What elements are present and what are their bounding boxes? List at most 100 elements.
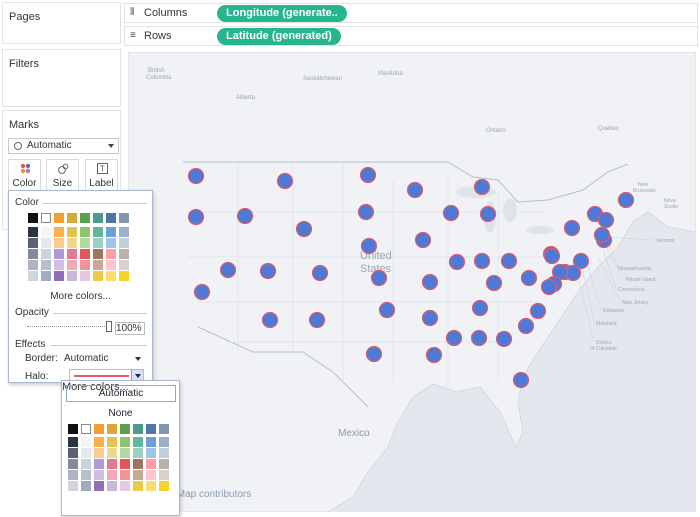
color-swatch[interactable]: [54, 238, 64, 248]
color-swatch[interactable]: [28, 213, 38, 223]
map-mark-point[interactable]: [236, 207, 254, 225]
color-swatch[interactable]: [28, 238, 38, 248]
map-mark-point[interactable]: [442, 204, 460, 222]
color-swatch[interactable]: [94, 481, 104, 491]
color-swatch[interactable]: [41, 271, 51, 281]
map-mark-point[interactable]: [378, 301, 396, 319]
map-mark-point[interactable]: [187, 208, 205, 226]
color-swatch[interactable]: [106, 271, 116, 281]
opacity-value-input[interactable]: 100%: [115, 322, 145, 335]
map-mark-point[interactable]: [563, 219, 581, 237]
color-swatch[interactable]: [68, 424, 78, 434]
map-mark-point[interactable]: [261, 311, 279, 329]
map-mark-point[interactable]: [360, 237, 378, 255]
map-mark-point[interactable]: [193, 283, 211, 301]
color-swatch[interactable]: [93, 271, 103, 281]
color-swatch[interactable]: [107, 437, 117, 447]
color-swatch[interactable]: [41, 227, 51, 237]
map-mark-point[interactable]: [512, 371, 530, 389]
color-swatch[interactable]: [107, 448, 117, 458]
color-swatch[interactable]: [159, 481, 169, 491]
color-swatch[interactable]: [93, 238, 103, 248]
color-swatch[interactable]: [67, 238, 77, 248]
map-mark-point[interactable]: [473, 178, 491, 196]
map-mark-point[interactable]: [308, 311, 326, 329]
color-swatch[interactable]: [41, 213, 51, 223]
color-swatch[interactable]: [54, 213, 64, 223]
size-button[interactable]: Size: [46, 159, 79, 193]
color-swatch[interactable]: [133, 437, 143, 447]
color-swatch[interactable]: [67, 271, 77, 281]
color-swatch[interactable]: [93, 249, 103, 259]
color-swatch[interactable]: [146, 470, 156, 480]
color-swatch[interactable]: [94, 470, 104, 480]
color-swatch[interactable]: [80, 271, 90, 281]
color-swatch[interactable]: [94, 448, 104, 458]
map-attribution[interactable]: tMap contributors: [174, 489, 251, 500]
color-swatch[interactable]: [120, 437, 130, 447]
map-mark-point[interactable]: [471, 299, 489, 317]
color-swatch[interactable]: [146, 424, 156, 434]
label-button[interactable]: T Label: [85, 159, 118, 193]
map-mark-point[interactable]: [445, 329, 463, 347]
color-swatch[interactable]: [119, 249, 129, 259]
map-mark-point[interactable]: [470, 329, 488, 347]
color-swatch[interactable]: [120, 481, 130, 491]
color-swatch[interactable]: [146, 459, 156, 469]
color-swatch[interactable]: [106, 227, 116, 237]
map-mark-point[interactable]: [473, 252, 491, 270]
color-swatch[interactable]: [133, 470, 143, 480]
color-swatch[interactable]: [107, 481, 117, 491]
color-swatch[interactable]: [120, 459, 130, 469]
map-mark-point[interactable]: [187, 167, 205, 185]
color-swatch[interactable]: [119, 213, 129, 223]
color-swatch[interactable]: [80, 227, 90, 237]
color-swatch[interactable]: [68, 481, 78, 491]
color-swatch[interactable]: [159, 448, 169, 458]
more-colors-link[interactable]: More colors...: [9, 291, 152, 302]
color-swatch[interactable]: [68, 459, 78, 469]
color-button[interactable]: Color: [8, 159, 41, 193]
map-mark-point[interactable]: [370, 269, 388, 287]
color-swatch[interactable]: [133, 424, 143, 434]
border-dropdown[interactable]: Automatic: [64, 352, 144, 366]
color-swatch[interactable]: [41, 238, 51, 248]
color-swatch[interactable]: [54, 249, 64, 259]
color-swatch[interactable]: [146, 437, 156, 447]
color-swatch[interactable]: [107, 459, 117, 469]
map-mark-point[interactable]: [500, 252, 518, 270]
color-swatch[interactable]: [41, 260, 51, 270]
map-mark-point[interactable]: [543, 247, 561, 265]
color-swatch[interactable]: [106, 213, 116, 223]
color-swatch[interactable]: [93, 213, 103, 223]
rows-shelf[interactable]: ≡ Rows Latitude (generated): [124, 26, 698, 46]
color-swatch[interactable]: [67, 249, 77, 259]
halo-automatic-button[interactable]: Automatic: [66, 385, 176, 402]
map-mark-point[interactable]: [593, 226, 611, 244]
color-swatch[interactable]: [106, 260, 116, 270]
map-canvas[interactable]: British Columbia Alberta Saskatchewan Ma…: [128, 52, 696, 512]
color-swatch[interactable]: [159, 424, 169, 434]
color-swatch[interactable]: [54, 260, 64, 270]
map-mark-point[interactable]: [425, 346, 443, 364]
map-mark-point[interactable]: [517, 317, 535, 335]
color-swatch[interactable]: [68, 448, 78, 458]
color-swatch[interactable]: [119, 238, 129, 248]
color-swatch[interactable]: [94, 424, 104, 434]
color-swatch[interactable]: [94, 437, 104, 447]
map-mark-point[interactable]: [540, 278, 558, 296]
color-swatch[interactable]: [54, 227, 64, 237]
map-mark-point[interactable]: [448, 253, 466, 271]
color-swatch[interactable]: [68, 437, 78, 447]
color-swatch[interactable]: [80, 249, 90, 259]
color-swatch[interactable]: [81, 470, 91, 480]
pages-card[interactable]: Pages: [2, 2, 121, 44]
map-mark-point[interactable]: [479, 205, 497, 223]
color-swatch[interactable]: [119, 227, 129, 237]
color-swatch[interactable]: [120, 424, 130, 434]
map-view[interactable]: British Columbia Alberta Saskatchewan Ma…: [128, 52, 696, 512]
color-swatch[interactable]: [119, 260, 129, 270]
map-mark-point[interactable]: [259, 262, 277, 280]
color-swatch[interactable]: [159, 470, 169, 480]
latitude-pill[interactable]: Latitude (generated): [217, 28, 341, 45]
